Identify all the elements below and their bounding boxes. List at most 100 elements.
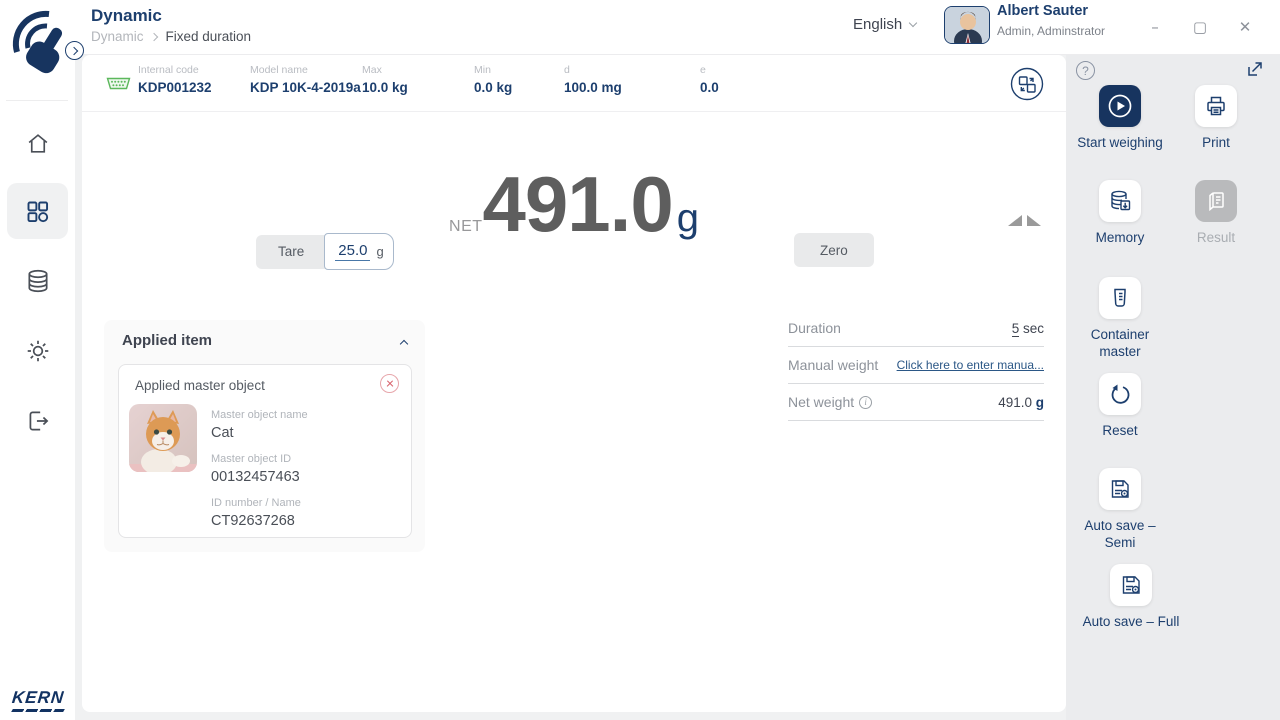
chevron-right-icon xyxy=(69,46,77,54)
app-logo xyxy=(9,6,67,94)
weight-readout: NET491.0g xyxy=(82,165,1066,243)
breadcrumb-current: Fixed duration xyxy=(166,29,252,44)
duration-row: Duration 5 sec xyxy=(788,310,1044,347)
weight-value: 491.0 xyxy=(483,165,673,243)
apps-grid-icon xyxy=(24,198,51,225)
tare-value[interactable]: 25.0 xyxy=(335,242,370,261)
device-field-model-name: Model name KDP 10K-4-2019a xyxy=(250,64,361,95)
sidebar-item-apps[interactable] xyxy=(7,183,68,239)
tare-button[interactable]: Tare xyxy=(256,235,328,269)
result-tile xyxy=(1195,180,1237,222)
auto-save-semi-tile xyxy=(1099,468,1141,510)
action-panel: ? Start weighing xyxy=(1066,55,1280,720)
action-container-master[interactable]: Container master xyxy=(1066,277,1174,361)
collapse-display-button[interactable] xyxy=(1008,215,1041,226)
zero-button[interactable]: Zero xyxy=(794,233,874,267)
print-tile xyxy=(1195,85,1237,127)
left-sidebar: KERN xyxy=(0,0,75,720)
sidebar-item-logout[interactable] xyxy=(7,393,68,449)
avatar[interactable] xyxy=(944,6,990,44)
net-prefix: NET xyxy=(449,218,483,236)
auto-save-full-tile xyxy=(1110,564,1152,606)
main-content-card: Internal code KDP001232 Model name KDP 1… xyxy=(82,55,1066,712)
printer-icon xyxy=(1204,94,1228,118)
action-auto-save-full[interactable]: Auto save – Full xyxy=(1066,564,1196,631)
manual-weight-link[interactable]: Click here to enter manua... xyxy=(897,358,1044,372)
header: Dynamic Dynamic Fixed duration English A… xyxy=(75,0,1280,55)
expand-panel-button[interactable] xyxy=(1246,60,1264,83)
app-window: Dynamic Dynamic Fixed duration English A… xyxy=(0,0,1280,720)
sidebar-item-database[interactable] xyxy=(7,253,68,309)
chevron-down-icon xyxy=(909,19,917,27)
container-master-tile xyxy=(1099,277,1141,319)
info-icon[interactable]: i xyxy=(859,396,872,409)
settings-gear-icon xyxy=(25,338,51,364)
action-result: Result xyxy=(1162,180,1270,247)
help-button[interactable]: ? xyxy=(1076,61,1095,80)
duration-value-input[interactable]: 5 xyxy=(1012,321,1020,337)
breadcrumb-parent[interactable]: Dynamic xyxy=(91,29,144,44)
remove-applied-object-button[interactable] xyxy=(380,374,399,393)
sidebar-expand-button[interactable] xyxy=(65,41,84,60)
duration-value-group: 5 sec xyxy=(1012,321,1044,336)
save-floppy-icon xyxy=(1119,573,1143,597)
net-weight-value: 491.0 xyxy=(998,395,1032,410)
master-object-name-field: Master object name Cat xyxy=(211,409,308,441)
duration-unit: sec xyxy=(1023,321,1044,336)
device-field-internal-code: Internal code KDP001232 xyxy=(138,64,212,95)
minimize-button[interactable]: – xyxy=(1142,14,1168,40)
chevron-up-icon xyxy=(400,340,408,348)
duration-label: Duration xyxy=(788,320,841,336)
collapse-triangle-left-icon xyxy=(1008,215,1022,226)
kern-brand-logo: KERN xyxy=(12,688,64,712)
start-weighing-tile xyxy=(1099,85,1141,127)
sidebar-item-settings[interactable] xyxy=(7,323,68,379)
settings-fields: Duration 5 sec Manual weight Click here … xyxy=(788,310,1044,421)
reset-tile xyxy=(1099,373,1141,415)
breadcrumb-separator-icon xyxy=(149,32,157,40)
action-auto-save-semi[interactable]: Auto save – Semi xyxy=(1066,468,1174,552)
action-reset[interactable]: Reset xyxy=(1066,373,1174,440)
applied-item-panel: Applied item Applied master object xyxy=(104,320,425,552)
database-icon xyxy=(25,268,51,294)
logout-icon xyxy=(25,408,51,434)
device-info-bar: Internal code KDP001232 Model name KDP 1… xyxy=(82,55,1066,112)
applied-item-title: Applied item xyxy=(122,332,212,349)
maximize-button[interactable]: ▢ xyxy=(1187,14,1213,40)
memory-database-icon xyxy=(1108,189,1132,213)
language-label: English xyxy=(853,16,902,33)
avatar-photo xyxy=(945,7,990,44)
id-number-name-field: ID number / Name CT92637268 xyxy=(211,497,301,529)
sidebar-item-home[interactable] xyxy=(7,115,68,171)
language-selector[interactable]: English xyxy=(853,16,916,33)
net-weight-label: Net weight xyxy=(788,394,854,410)
tare-unit: g xyxy=(376,244,383,259)
weight-display-area: NET491.0g xyxy=(82,125,1066,295)
master-object-id-field: Master object ID 00132457463 xyxy=(211,453,300,485)
net-weight-unit: g xyxy=(1036,395,1044,410)
reset-arrow-icon xyxy=(1108,382,1132,406)
sidebar-divider xyxy=(6,100,68,101)
applied-master-object-title: Applied master object xyxy=(135,378,265,393)
close-button[interactable]: ✕ xyxy=(1232,14,1258,40)
touch-hand-logo-icon xyxy=(9,6,67,94)
user-name: Albert Sauter xyxy=(997,3,1088,19)
action-label: Auto save – Full xyxy=(1066,614,1196,631)
action-memory[interactable]: Memory xyxy=(1066,180,1174,247)
device-field-e: e 0.0 xyxy=(700,64,719,95)
applied-item-collapse-button[interactable] xyxy=(401,334,407,352)
tare-value-input[interactable]: 25.0 g xyxy=(324,233,393,270)
switch-device-button[interactable] xyxy=(1010,67,1044,101)
action-start-weighing[interactable]: Start weighing xyxy=(1066,85,1174,152)
net-weight-row: Net weight i 491.0 g xyxy=(788,384,1044,421)
device-field-max: Max 10.0 kg xyxy=(362,64,408,95)
vga-connector-icon xyxy=(106,75,131,97)
net-weight-label-group: Net weight i xyxy=(788,394,872,410)
manual-weight-row: Manual weight Click here to enter manua.… xyxy=(788,347,1044,384)
device-field-d: d 100.0 mg xyxy=(564,64,622,95)
switch-device-icon xyxy=(1010,67,1044,101)
action-print[interactable]: Print xyxy=(1162,85,1270,152)
action-label: Print xyxy=(1166,135,1266,152)
save-floppy-icon xyxy=(1108,477,1132,501)
weight-unit: g xyxy=(677,196,699,241)
